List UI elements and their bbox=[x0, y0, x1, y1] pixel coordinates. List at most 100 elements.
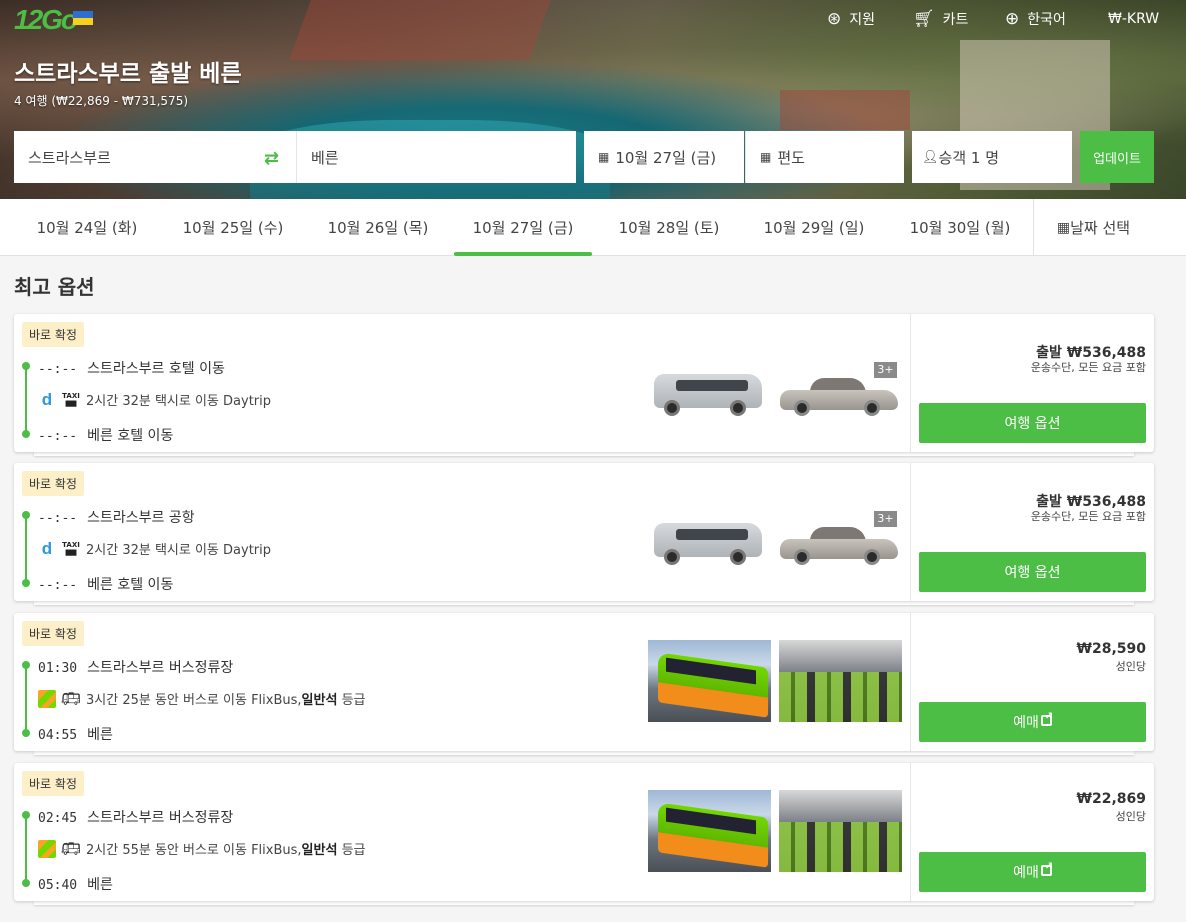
arrival-time: 05:40 bbox=[38, 878, 78, 893]
departure-dot bbox=[22, 661, 30, 669]
tab-date-5[interactable]: 10월 29일 (일) bbox=[741, 199, 887, 256]
calendar-icon: ▦ bbox=[760, 150, 772, 164]
taxi-icon: TAXI ▆▆ bbox=[62, 391, 80, 407]
bus-exterior-photo[interactable] bbox=[648, 790, 771, 872]
price-note: 성인당 bbox=[1115, 660, 1146, 673]
trip-details: d TAXI ▆▆ 2시간 32분 택시로 이동 Daytrip bbox=[38, 390, 271, 410]
calendar-icon: ▦ bbox=[1056, 219, 1071, 236]
section-title: 최고 옵션 bbox=[14, 275, 95, 299]
departure-time: --:-- bbox=[38, 511, 78, 526]
book-button[interactable]: 예매 bbox=[919, 702, 1146, 742]
departure-dot bbox=[22, 362, 30, 370]
ukraine-flag-icon bbox=[73, 11, 93, 25]
currency-selector[interactable]: ₩-KRW bbox=[1108, 8, 1159, 30]
date-input[interactable]: ▦ 10월 27일 (금) bbox=[584, 131, 744, 183]
tab-date-2[interactable]: 10월 26일 (목) bbox=[305, 199, 451, 256]
instant-confirm-badge: 바로 확정 bbox=[22, 322, 84, 347]
arrival-dot bbox=[22, 729, 30, 737]
cta-label: 예매 bbox=[1013, 865, 1039, 881]
vehicle-count-badge: 3+ bbox=[874, 511, 897, 527]
trip-summary: 4 여행 (₩22,869 - ₩731,575) bbox=[14, 94, 189, 108]
route-line bbox=[25, 815, 27, 883]
tab-date-6[interactable]: 10월 30일 (월) bbox=[887, 199, 1033, 256]
arrival-dot bbox=[22, 430, 30, 438]
price: ₩28,590 bbox=[1076, 641, 1146, 657]
top-bar: 12Go ⊛ 지원 🛒︎ 카트 ⊕ 한국어 ₩-KRW bbox=[0, 0, 1186, 40]
cart-link[interactable]: 🛒︎ 카트 bbox=[913, 8, 968, 30]
trip-duration: 3시간 25분 동안 버스로 이동 FlixBus, bbox=[86, 693, 302, 708]
arrival-time: --:-- bbox=[38, 578, 78, 593]
passenger-value: 승객 1 명 bbox=[938, 148, 999, 167]
arrival-place: 베른 호텔 이동 bbox=[87, 577, 174, 593]
swap-icon[interactable]: ⇄ bbox=[264, 148, 279, 169]
departure-time: 01:30 bbox=[38, 661, 78, 676]
departure-place: 스트라스부르 호텔 이동 bbox=[87, 361, 225, 377]
bus-interior-photo[interactable] bbox=[779, 790, 902, 872]
departure-place: 스트라스부르 버스정류장 bbox=[87, 660, 234, 676]
lifebuoy-icon: ⊛ bbox=[827, 9, 842, 29]
tab-date-3[interactable]: 10월 27일 (금) bbox=[450, 199, 596, 256]
passenger-input[interactable]: 👤︎ 승객 1 명 bbox=[912, 131, 1072, 183]
bus-exterior-photo[interactable] bbox=[648, 640, 771, 722]
arrival-dot bbox=[22, 579, 30, 587]
price-note: 성인당 bbox=[1115, 810, 1146, 823]
page-title: 스트라스부르 출발 베른 bbox=[14, 61, 242, 87]
trip-options-button[interactable]: 여행 옵션 bbox=[919, 403, 1146, 443]
departure-stop: 02:45 스트라스부르 버스정류장 bbox=[38, 807, 233, 827]
tab-date-4[interactable]: 10월 28일 (토) bbox=[596, 199, 742, 256]
departure-stop: --:-- 스트라스부르 공항 bbox=[38, 507, 195, 527]
logo[interactable]: 12Go bbox=[14, 4, 78, 36]
result-card[interactable]: 바로 확정 --:-- 스트라스부르 호텔 이동 d TAXI ▆▆ 2시간 32분 택시로… bbox=[14, 314, 1154, 456]
bus-interior-photo[interactable] bbox=[779, 640, 902, 722]
instant-confirm-badge: 바로 확정 bbox=[22, 471, 84, 496]
globe-icon: ⊕ bbox=[1005, 9, 1020, 29]
departure-place: 스트라스부르 버스정류장 bbox=[87, 810, 234, 826]
van-image bbox=[650, 374, 766, 416]
departure-dot bbox=[22, 511, 30, 519]
tab-date-1[interactable]: 10월 25일 (수) bbox=[160, 199, 306, 256]
class-suffix: 등급 bbox=[341, 843, 366, 858]
departure-time: 02:45 bbox=[38, 811, 78, 826]
external-link-icon bbox=[1040, 711, 1053, 726]
update-button[interactable]: 업데이트 bbox=[1080, 131, 1154, 183]
to-value: 베른 bbox=[311, 148, 339, 167]
to-input[interactable]: 베른 bbox=[296, 131, 576, 183]
arrival-stop: 05:40 베른 bbox=[38, 874, 113, 894]
taxi-icon: TAXI ▆▆ bbox=[62, 540, 80, 556]
arrival-stop: 04:55 베른 bbox=[38, 724, 113, 744]
support-link[interactable]: ⊛ 지원 bbox=[827, 8, 875, 30]
pick-date-button[interactable]: ▦ 날짜 선택 bbox=[1033, 199, 1153, 256]
result-card[interactable]: 바로 확정 01:30 스트라스부르 버스정류장 🚌︎ 3시간 25분 동안 버스로 이… bbox=[14, 613, 1154, 755]
date-value: 10월 27일 (금) bbox=[615, 148, 717, 167]
book-button[interactable]: 예매 bbox=[919, 852, 1146, 892]
tab-date-0[interactable]: 10월 24일 (화) bbox=[14, 199, 160, 256]
cart-icon: 🛒︎ bbox=[913, 9, 935, 29]
return-value: 편도 bbox=[777, 148, 805, 167]
price: ₩22,869 bbox=[1076, 791, 1146, 807]
from-input[interactable]: 스트라스부르 bbox=[14, 131, 296, 183]
instant-confirm-badge: 바로 확정 bbox=[22, 621, 84, 646]
arrival-time: --:-- bbox=[38, 429, 78, 444]
departure-stop: 01:30 스트라스부르 버스정류장 bbox=[38, 657, 233, 677]
language-label: 한국어 bbox=[1027, 12, 1066, 28]
bus-icon: 🚌︎ bbox=[60, 839, 82, 858]
arrival-dot bbox=[22, 879, 30, 887]
calendar-icon: ▦ bbox=[598, 150, 610, 164]
route-line bbox=[25, 366, 27, 434]
instant-confirm-badge: 바로 확정 bbox=[22, 771, 84, 796]
result-card[interactable]: 바로 확정 02:45 스트라스부르 버스정류장 🚌︎ 2시간 55분 동안 버스로 이… bbox=[14, 763, 1154, 905]
trip-duration: 2시간 55분 동안 버스로 이동 FlixBus, bbox=[86, 843, 302, 858]
trip-options-button[interactable]: 여행 옵션 bbox=[919, 552, 1146, 592]
result-card[interactable]: 바로 확정 --:-- 스트라스부르 공항 d TAXI ▆▆ 2시간 32분 택시로 이동… bbox=[14, 463, 1154, 605]
return-input[interactable]: ▦ 편도 bbox=[745, 131, 904, 183]
language-selector[interactable]: ⊕ 한국어 bbox=[1005, 8, 1066, 30]
trip-details: d TAXI ▆▆ 2시간 32분 택시로 이동 Daytrip bbox=[38, 539, 271, 559]
seat-class: 일반석 bbox=[301, 843, 338, 858]
departure-time: --:-- bbox=[38, 362, 78, 377]
arrival-stop: --:-- 베른 호텔 이동 bbox=[38, 574, 173, 594]
arrival-stop: --:-- 베른 호텔 이동 bbox=[38, 425, 173, 445]
cta-label: 예매 bbox=[1013, 715, 1039, 731]
cart-label: 카트 bbox=[942, 12, 969, 28]
sedan-image bbox=[780, 525, 900, 565]
arrival-place: 베른 호텔 이동 bbox=[87, 428, 174, 444]
